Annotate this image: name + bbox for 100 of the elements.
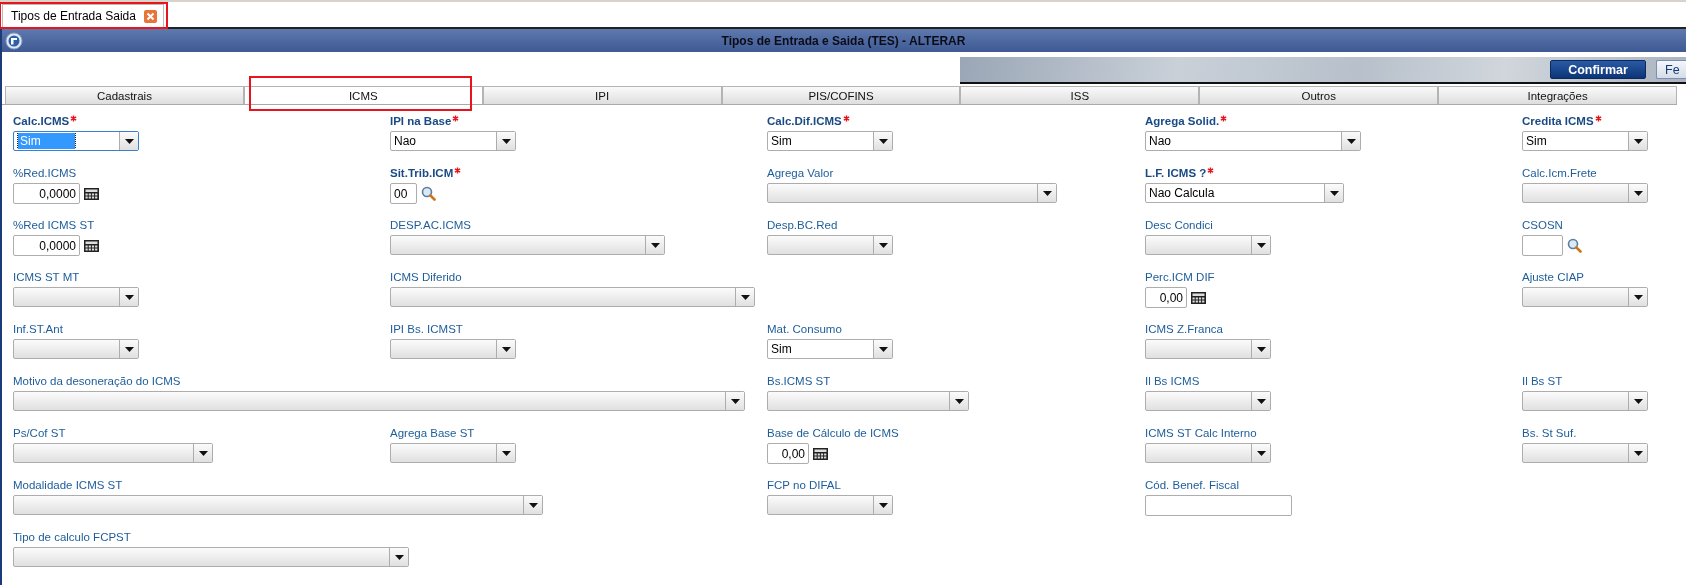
- dropdown-field[interactable]: [390, 339, 516, 359]
- number-field[interactable]: 0,00: [767, 443, 809, 464]
- dropdown-field[interactable]: [1145, 235, 1271, 255]
- field-label: ICMS Diferido: [390, 270, 462, 284]
- field-label: Calc.ICMS: [13, 114, 70, 128]
- caret-icon: [1329, 190, 1339, 196]
- caret-icon: [501, 138, 511, 144]
- dropdown-field[interactable]: [1522, 391, 1648, 411]
- tab[interactable]: Integrações: [1438, 86, 1677, 104]
- field-label: IPI Bs. ICMST: [390, 322, 463, 336]
- close-icon[interactable]: [143, 9, 157, 23]
- calculator-icon[interactable]: [84, 187, 99, 200]
- dropdown-field[interactable]: [390, 235, 665, 255]
- field-label: CSOSN: [1522, 218, 1563, 232]
- dropdown-field[interactable]: Nao Calcula: [1145, 183, 1344, 203]
- required-icon: [452, 115, 460, 122]
- caret-icon: [394, 554, 404, 560]
- caret-icon: [1633, 398, 1643, 404]
- field-label: ICMS Z.Franca: [1145, 322, 1223, 336]
- number-field[interactable]: 0,00: [1145, 287, 1187, 308]
- code-field[interactable]: 00: [390, 183, 417, 204]
- field-label: Agrega Base ST: [390, 426, 475, 440]
- dropdown-field[interactable]: [767, 495, 893, 515]
- search-icon[interactable]: [421, 186, 436, 201]
- caret-icon: [124, 294, 134, 300]
- caret-icon: [878, 242, 888, 248]
- code-field[interactable]: [1522, 235, 1563, 256]
- field-label: Bs.ICMS ST: [767, 374, 831, 388]
- required-icon: [1207, 167, 1215, 174]
- caret-icon: [1633, 190, 1643, 196]
- tab[interactable]: PIS/COFINS: [721, 86, 961, 104]
- dropdown-field[interactable]: Nao: [390, 131, 516, 151]
- search-icon[interactable]: [1567, 238, 1582, 253]
- caret-icon: [878, 346, 888, 352]
- field-label: Perc.ICM DIF: [1145, 270, 1215, 284]
- caret-icon: [878, 502, 888, 508]
- caret-icon: [1633, 450, 1643, 456]
- caret-icon: [1042, 190, 1052, 196]
- dropdown-field[interactable]: [390, 287, 755, 307]
- caret-icon: [1633, 138, 1643, 144]
- required-icon: [1594, 115, 1602, 122]
- caret-icon: [1256, 398, 1266, 404]
- number-field[interactable]: 0,0000: [13, 235, 80, 256]
- field-label: Mat. Consumo: [767, 322, 842, 336]
- dropdown-field[interactable]: [1522, 183, 1648, 203]
- field-label: Ps/Cof ST: [13, 426, 66, 440]
- dropdown-field[interactable]: [390, 443, 516, 463]
- caret-icon: [528, 502, 538, 508]
- dropdown-field[interactable]: [1522, 287, 1648, 307]
- caret-icon: [954, 398, 964, 404]
- tab[interactable]: IPI: [482, 86, 722, 104]
- dropdown-field[interactable]: Sim: [767, 131, 893, 151]
- caret-icon: [878, 138, 888, 144]
- dropdown-field[interactable]: [1145, 391, 1271, 411]
- dropdown-field[interactable]: [1522, 443, 1648, 463]
- field-label: Ajuste CIAP: [1522, 270, 1584, 284]
- field-label: DESP.AC.ICMS: [390, 218, 471, 232]
- caret-icon: [650, 242, 660, 248]
- tab[interactable]: ISS: [960, 86, 1200, 104]
- field-label: Il Bs ICMS: [1145, 374, 1200, 388]
- caret-icon: [730, 398, 740, 404]
- tab[interactable]: Outros: [1199, 86, 1439, 104]
- text-field[interactable]: [1145, 495, 1292, 516]
- tab[interactable]: ICMS: [243, 86, 483, 104]
- dropdown-field[interactable]: Nao: [1145, 131, 1361, 151]
- dropdown-field[interactable]: [13, 495, 543, 515]
- window-tab[interactable]: Tipos de Entrada Saida: [2, 4, 164, 27]
- required-icon: [454, 167, 462, 174]
- calculator-icon[interactable]: [813, 447, 828, 460]
- confirm-button[interactable]: Confirmar: [1550, 60, 1646, 79]
- field-label: Bs. St Suf.: [1522, 426, 1577, 440]
- field-label: Credita ICMS: [1522, 114, 1594, 128]
- dropdown-field[interactable]: [13, 391, 745, 411]
- dropdown-field[interactable]: [767, 183, 1057, 203]
- dropdown-field[interactable]: [1145, 339, 1271, 359]
- field-label: %Red ICMS ST: [13, 218, 95, 232]
- field-label: ICMS ST Calc Interno: [1145, 426, 1257, 440]
- dropdown-field[interactable]: Sim: [767, 339, 893, 359]
- calculator-icon[interactable]: [84, 239, 99, 252]
- field-label: Agrega Solid.: [1145, 114, 1220, 128]
- dropdown-field[interactable]: [1145, 443, 1271, 463]
- field-label: %Red.ICMS: [13, 166, 77, 180]
- dropdown-field[interactable]: Sim: [1522, 131, 1648, 151]
- number-field[interactable]: 0,0000: [13, 183, 80, 204]
- required-icon: [842, 115, 850, 122]
- required-icon: [1220, 115, 1228, 122]
- dropdown-field[interactable]: [767, 391, 969, 411]
- tab[interactable]: Cadastrais: [5, 86, 244, 104]
- calculator-icon[interactable]: [1191, 291, 1206, 304]
- field-label: Calc.Icm.Frete: [1522, 166, 1597, 180]
- dropdown-field[interactable]: [13, 339, 139, 359]
- dropdown-field[interactable]: [13, 287, 139, 307]
- field-label: Tipo de calculo FCPST: [13, 530, 131, 544]
- field-label: Agrega Valor: [767, 166, 834, 180]
- field-label: Inf.ST.Ant: [13, 322, 63, 336]
- dropdown-field[interactable]: [13, 547, 409, 567]
- field-label: Base de Cálculo de ICMS: [767, 426, 899, 440]
- action-button[interactable]: Fe: [1656, 60, 1686, 79]
- dropdown-field[interactable]: [767, 235, 893, 255]
- dropdown-field[interactable]: [13, 443, 213, 463]
